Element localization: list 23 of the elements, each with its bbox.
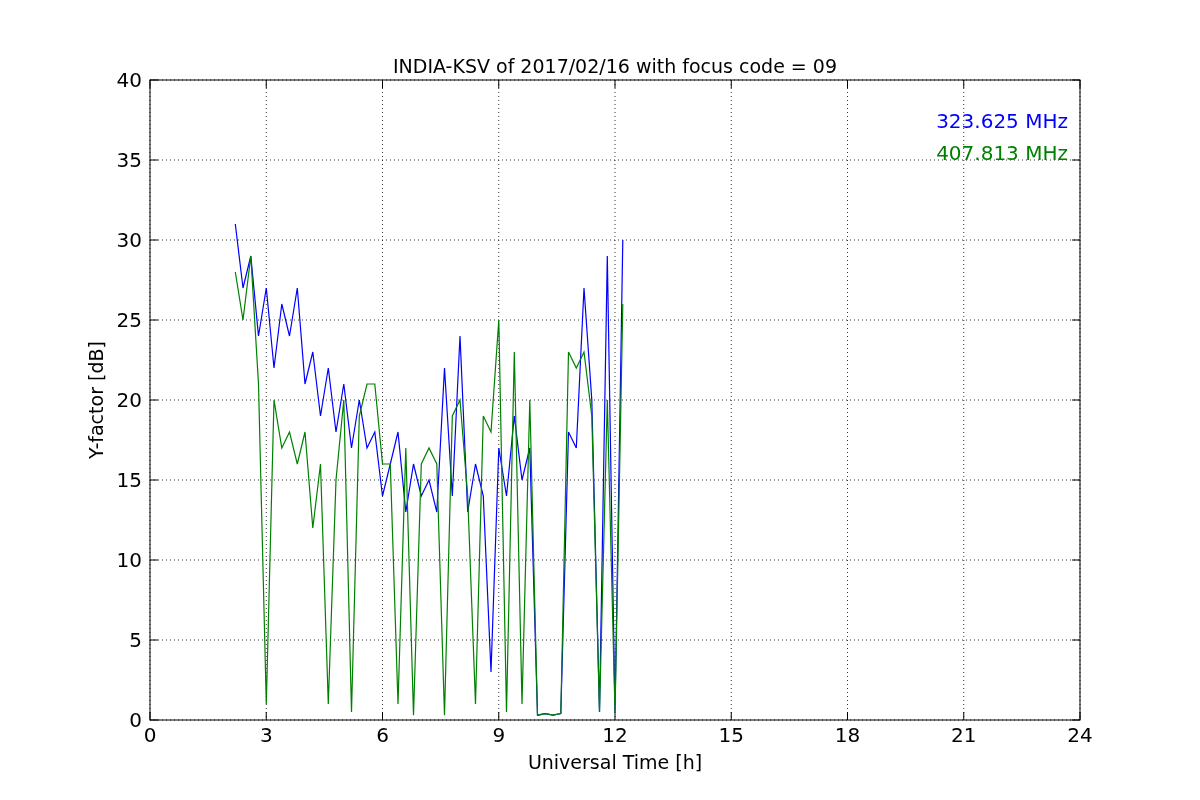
y-tick-label: 5 bbox=[129, 628, 142, 652]
y-tick-label: 30 bbox=[116, 228, 142, 252]
y-tick-label: 15 bbox=[116, 468, 142, 492]
x-tick-label: 9 bbox=[492, 723, 506, 747]
x-tick-label: 12 bbox=[602, 723, 628, 747]
x-tick-label: 24 bbox=[1067, 723, 1093, 747]
y-tick-label: 20 bbox=[116, 388, 142, 412]
x-tick-label: 3 bbox=[259, 723, 273, 747]
y-tick-label: 10 bbox=[116, 548, 142, 572]
x-tick-label: 18 bbox=[834, 723, 861, 747]
y-tick-label: 0 bbox=[129, 708, 142, 732]
x-tick-label: 21 bbox=[951, 723, 977, 747]
legend-label: 407.813 MHz bbox=[936, 141, 1068, 165]
x-axis-label: Universal Time [h] bbox=[527, 751, 703, 773]
legend-label: 323.625 MHz bbox=[936, 109, 1068, 133]
x-tick-label: 0 bbox=[143, 723, 157, 747]
y-tick-label: 25 bbox=[116, 308, 142, 332]
x-tick-label: 6 bbox=[376, 723, 389, 747]
x-tick-label: 15 bbox=[718, 723, 744, 747]
y-tick-label: 35 bbox=[116, 148, 142, 172]
y-axis-label: Y-factor [dB] bbox=[85, 341, 107, 459]
chart-title: INDIA-KSV of 2017/02/16 with focus code = 09 bbox=[393, 55, 837, 77]
y-tick-label: 40 bbox=[116, 68, 142, 92]
